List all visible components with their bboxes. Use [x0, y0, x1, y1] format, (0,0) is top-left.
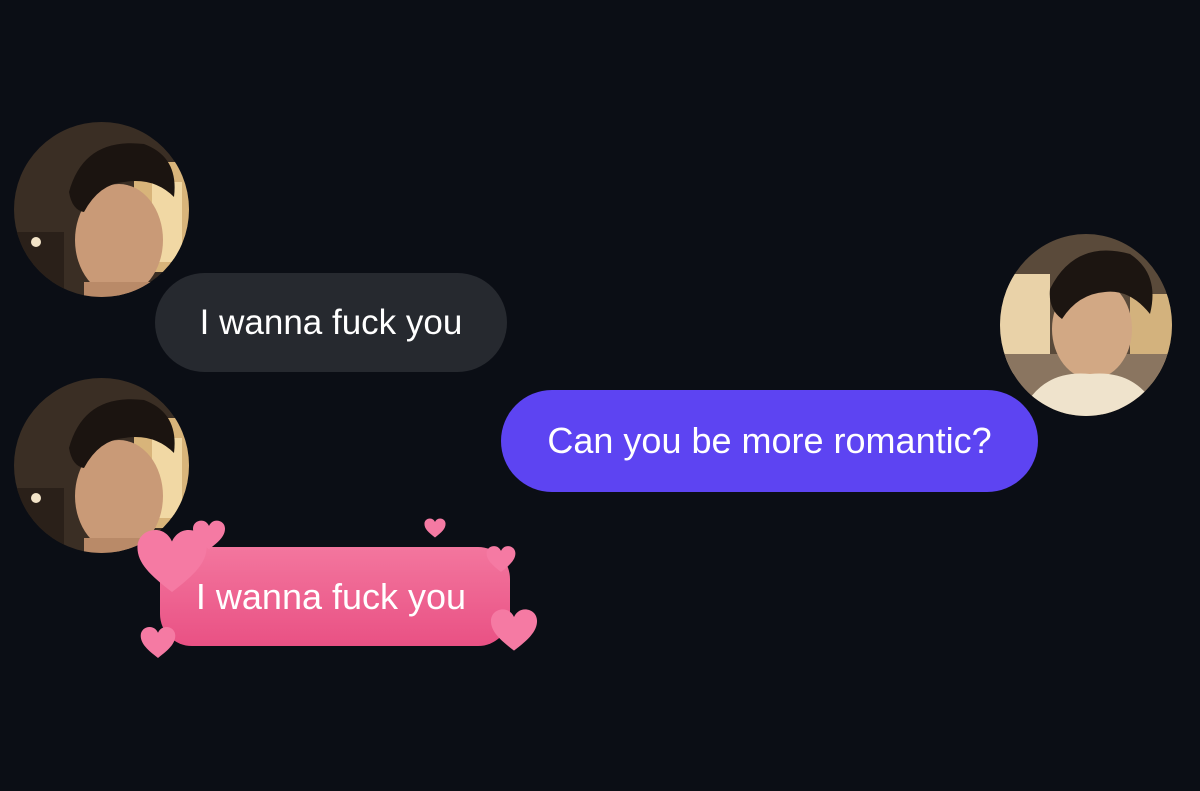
avatar-photo-left-top [14, 122, 189, 297]
message-bubble-incoming-1[interactable]: I wanna fuck you [155, 273, 507, 372]
avatar-right[interactable] [1000, 234, 1172, 416]
message-text: I wanna fuck you [199, 302, 463, 342]
heart-icon [140, 626, 176, 659]
message-text: I wanna fuck you [195, 575, 467, 617]
message-bubble-incoming-2[interactable]: I wanna fuck you [160, 547, 510, 646]
avatar-photo-left-bottom [14, 378, 189, 553]
heart-icon [192, 520, 226, 550]
heart-icon [424, 518, 446, 538]
avatar-left-top[interactable] [14, 122, 189, 297]
heart-icon [486, 545, 516, 573]
avatar-left-bottom[interactable] [14, 378, 189, 553]
avatar-photo-right [1000, 234, 1172, 416]
heart-icon [490, 608, 538, 652]
message-text: Can you be more romantic? [547, 420, 992, 461]
message-bubble-outgoing[interactable]: Can you be more romantic? [501, 390, 1038, 492]
